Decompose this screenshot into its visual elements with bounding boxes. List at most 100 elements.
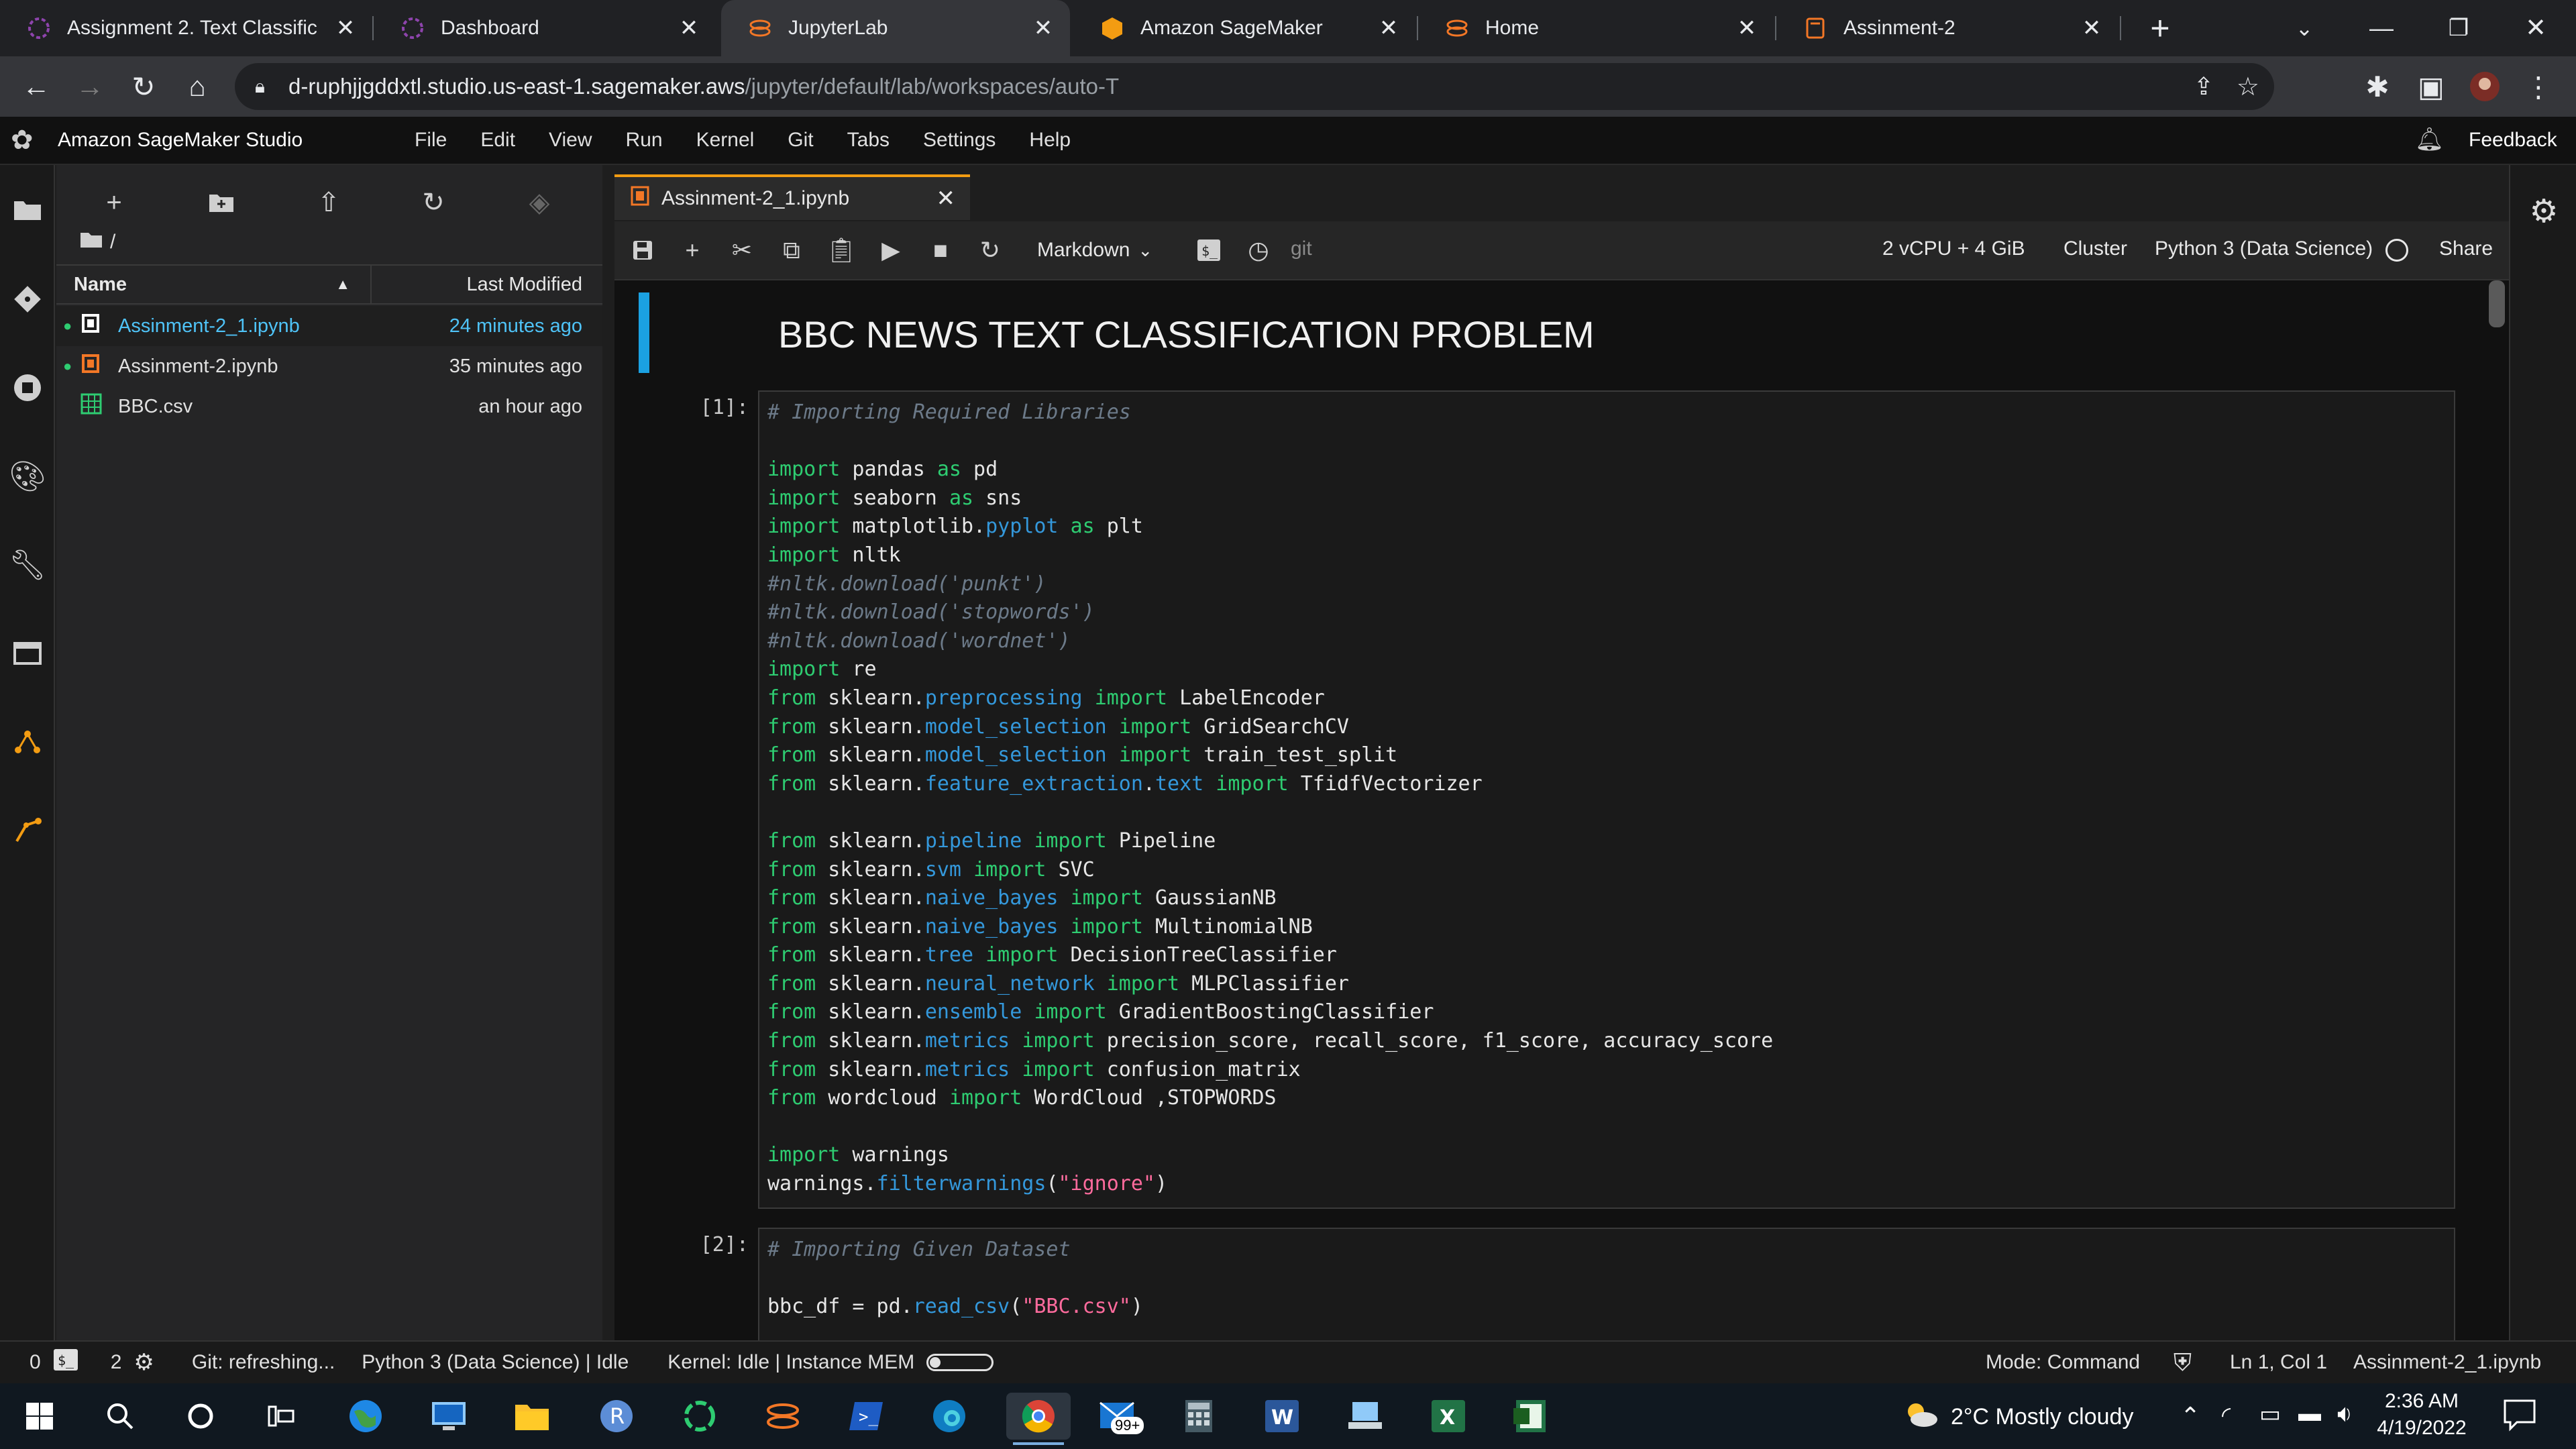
cortana-circle-icon[interactable] xyxy=(177,1393,224,1440)
system-clock[interactable]: 2:36 AM 4/19/2022 xyxy=(2375,1390,2469,1440)
wifi-icon[interactable]: ◜ xyxy=(2222,1402,2231,1429)
word-app-icon[interactable]: W xyxy=(1258,1393,1305,1440)
instance-resources[interactable]: 2 vCPU + 4 GiB xyxy=(1882,237,2025,260)
browser-menu-icon[interactable]: ⋮ xyxy=(2518,66,2559,107)
new-launcher-plus-icon[interactable]: + xyxy=(94,182,134,223)
extensions-puzzle-icon[interactable]: ✱ xyxy=(2357,66,2398,107)
mail-app-icon[interactable]: 99+ xyxy=(1093,1393,1144,1440)
clock-history-icon[interactable]: ◷ xyxy=(1238,230,1279,270)
notification-center-icon[interactable] xyxy=(2502,1398,2537,1432)
running-stop-icon[interactable] xyxy=(7,368,48,408)
edge-browser-icon[interactable] xyxy=(926,1393,973,1440)
run-play-icon[interactable]: ▶ xyxy=(871,230,911,270)
git-status[interactable]: Git: refreshing... xyxy=(192,1351,335,1374)
calculator-icon[interactable] xyxy=(1175,1393,1222,1440)
security-shield-icon[interactable]: ⛨ xyxy=(2174,1348,2192,1377)
wrench-icon[interactable]: 🔧︎ xyxy=(7,545,48,585)
powershell-icon[interactable]: >_ xyxy=(843,1393,890,1440)
network-folder-icon[interactable] xyxy=(1342,1393,1389,1440)
code-cell[interactable]: # Importing Given Dataset bbc_df = pd.re… xyxy=(758,1228,2455,1340)
property-inspector-gear-icon[interactable]: ⚙ xyxy=(2524,192,2564,232)
kernel-selector[interactable]: Python 3 (Data Science) xyxy=(2155,237,2373,260)
file-row[interactable]: BBC.csv an hour ago xyxy=(56,386,602,427)
copy-icon[interactable]: ⧉ xyxy=(771,230,812,270)
browser-tab[interactable]: Home ✕ xyxy=(1418,0,1774,56)
search-icon[interactable] xyxy=(97,1393,144,1440)
share-button[interactable]: Share xyxy=(2439,237,2493,260)
back-arrow-icon[interactable]: ← xyxy=(16,66,56,107)
address-bar[interactable]: 🔒︎ d-ruphjjgddxtl.studio.us-east-1.sagem… xyxy=(235,63,2274,110)
menu-file[interactable]: File xyxy=(415,129,447,152)
menu-git[interactable]: Git xyxy=(788,129,813,152)
kernel-count[interactable]: 2 xyxy=(111,1351,122,1374)
feedback-button[interactable]: Feedback xyxy=(2469,129,2557,152)
folder-icon[interactable] xyxy=(79,230,103,254)
reload-icon[interactable]: ↻ xyxy=(123,66,164,107)
minimize-window-icon[interactable]: — xyxy=(2361,8,2402,48)
tab-search-chevron-icon[interactable]: ⌄ xyxy=(2284,8,2324,48)
share-page-icon[interactable]: ⇪ xyxy=(2194,72,2214,101)
cut-scissors-icon[interactable]: ✂ xyxy=(722,230,762,270)
remote-desktop-icon[interactable] xyxy=(425,1393,472,1440)
close-tab-icon[interactable]: ✕ xyxy=(332,15,359,42)
folder-icon[interactable] xyxy=(7,189,48,229)
code-editor[interactable]: # Importing Given Dataset bbc_df = pd.re… xyxy=(759,1229,2454,1328)
close-window-icon[interactable]: ✕ xyxy=(2516,8,2556,48)
sagemaker-jumpstart-icon[interactable] xyxy=(7,810,48,851)
upload-icon[interactable]: ⇧ xyxy=(309,182,349,223)
windows-start-icon[interactable] xyxy=(16,1393,63,1440)
close-tab-icon[interactable]: ✕ xyxy=(1375,15,1402,42)
close-tab-icon[interactable]: ✕ xyxy=(1733,15,1760,42)
menu-tabs[interactable]: Tabs xyxy=(847,129,890,152)
close-tab-icon[interactable]: ✕ xyxy=(1030,15,1057,42)
file-row[interactable]: ● Assinment-2_1.ipynb 24 minutes ago xyxy=(56,306,602,346)
insert-cell-plus-icon[interactable]: + xyxy=(672,230,712,270)
new-tab-button[interactable]: + xyxy=(2140,8,2180,48)
code-editor[interactable]: # Importing Required Libraries import pa… xyxy=(759,392,2454,1205)
file-explorer-icon[interactable] xyxy=(508,1393,555,1440)
display-icon[interactable]: ▭ xyxy=(2259,1401,2281,1428)
cursor-position[interactable]: Ln 1, Col 1 xyxy=(2230,1351,2327,1374)
forward-arrow-icon[interactable]: → xyxy=(70,66,110,107)
terminal-icon[interactable]: $_ xyxy=(1189,230,1229,270)
r-app-icon[interactable]: R xyxy=(593,1393,640,1440)
battery-icon[interactable]: ▬ xyxy=(2298,1401,2321,1427)
restore-window-icon[interactable]: ❐ xyxy=(2438,8,2479,48)
bookmark-star-icon[interactable]: ☆ xyxy=(2237,72,2259,102)
browser-tab[interactable]: Assinment-2 ✕ xyxy=(1776,0,2118,56)
browser-tab[interactable]: Dashboard ✕ xyxy=(374,0,716,56)
stop-square-icon[interactable]: ■ xyxy=(920,230,961,270)
close-tab-icon[interactable]: ✕ xyxy=(2078,15,2105,42)
chrome-browser-icon[interactable] xyxy=(1006,1393,1071,1445)
notification-bell-icon[interactable]: 🔔︎ xyxy=(2415,126,2444,153)
browser-tab[interactable]: Amazon SageMaker ✕ xyxy=(1073,0,1415,56)
refresh-app-icon[interactable] xyxy=(676,1393,723,1440)
weather-widget[interactable]: 2°C Mostly cloudy xyxy=(1902,1397,2133,1437)
side-panel-icon[interactable]: ▣ xyxy=(2411,66,2451,107)
task-view-icon[interactable] xyxy=(258,1393,305,1440)
excel-app-icon[interactable]: X xyxy=(1425,1393,1472,1440)
show-hidden-icons-chevron[interactable]: ⌃ xyxy=(2180,1402,2200,1430)
menu-edit[interactable]: Edit xyxy=(480,129,515,152)
git-diff-button[interactable]: git xyxy=(1291,237,1312,260)
cell-type-dropdown[interactable]: Markdown ⌄ xyxy=(1037,235,1152,266)
globe-app-icon[interactable] xyxy=(342,1393,389,1440)
refresh-icon[interactable]: ↻ xyxy=(413,182,453,223)
markdown-heading[interactable]: BBC NEWS TEXT CLASSIFICATION PROBLEM xyxy=(778,313,1595,356)
close-tab-icon[interactable]: ✕ xyxy=(936,185,956,212)
paste-clipboard-icon[interactable]: 📋︎ xyxy=(821,230,861,270)
palette-icon[interactable]: 🎨︎ xyxy=(7,456,48,496)
menu-help[interactable]: Help xyxy=(1029,129,1071,152)
memory-toggle[interactable] xyxy=(926,1354,994,1371)
terminal-count[interactable]: 0 xyxy=(30,1351,41,1374)
restart-kernel-icon[interactable]: ↻ xyxy=(970,230,1010,270)
sagemaker-resources-icon[interactable] xyxy=(7,722,48,762)
cluster-button[interactable]: Cluster xyxy=(2063,237,2127,260)
home-icon[interactable]: ⌂ xyxy=(177,66,217,107)
menu-view[interactable]: View xyxy=(549,129,592,152)
column-modified-header[interactable]: Last Modified xyxy=(372,274,602,296)
jupyter-app-icon[interactable] xyxy=(759,1393,806,1440)
kernel-status[interactable]: Python 3 (Data Science) | Idle xyxy=(362,1351,629,1374)
new-folder-icon[interactable] xyxy=(201,182,241,223)
notebook-tab[interactable]: Assinment-2_1.ipynb ✕ xyxy=(614,174,970,220)
